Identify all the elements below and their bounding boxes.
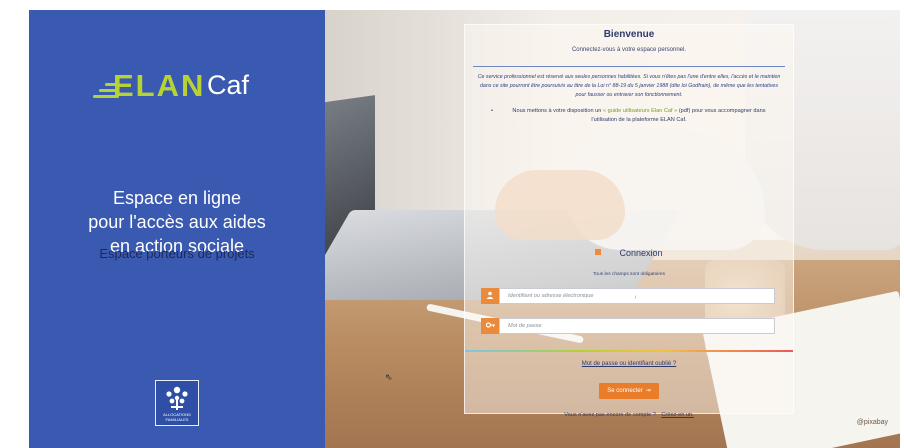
legal-notice: Ce service professionnel est réservé aux…: [477, 74, 781, 98]
key-icon: [481, 318, 499, 334]
password-field[interactable]: Mot de passe: [481, 318, 775, 334]
required-note: Tous les champs sont obligatoires: [593, 272, 665, 277]
divider: [473, 66, 785, 67]
caf-emblem-logo: ALLOCATIONS FAMILIALES: [155, 380, 199, 426]
username-input[interactable]: Identifiant ou adresse électronique: [499, 288, 775, 304]
guide-bullet-prefix: Nous mettons à votre disposition un: [512, 108, 602, 114]
mouse-pointer-icon: ⇖: [385, 372, 393, 382]
logo-suffix-text: Caf: [207, 70, 250, 100]
tagline-line-1: Espace en ligne: [112, 188, 242, 208]
connexion-marker-icon: [595, 249, 602, 255]
username-field[interactable]: Identifiant ou adresse électronique: [481, 288, 775, 304]
logo-brand-text: ELAN: [113, 68, 206, 103]
emblem-text-2: FAMILIALES: [165, 417, 189, 422]
login-page: ELAN Caf Espace en ligne pour l'accès au…: [29, 10, 900, 448]
connexion-heading: Connexion: [465, 248, 793, 258]
connexion-title: Connexion: [619, 248, 663, 258]
user-icon: [481, 288, 499, 304]
welcome-title: Bienvenue: [603, 29, 655, 40]
password-input[interactable]: Mot de passe: [499, 318, 775, 334]
no-account-text: Vous n'avez pas encore de compte ?: [564, 412, 656, 418]
elan-caf-logo: ELAN Caf: [93, 62, 273, 110]
create-account-link[interactable]: Créez-en un.: [661, 412, 693, 418]
text-cursor-icon: ᵢ: [635, 294, 636, 300]
guide-bullet: • Nous mettons à votre disposition un « …: [491, 107, 779, 125]
no-account-line: Vous n'avez pas encore de compte ? Créez…: [464, 412, 794, 418]
subtagline: Espace porteurs de projets: [99, 246, 255, 261]
brand-panel: ELAN Caf Espace en ligne pour l'accès au…: [29, 10, 325, 448]
login-card: Bienvenue Connectez-vous à votre espace …: [464, 24, 794, 414]
login-button[interactable]: Se connecter ⇥: [599, 383, 659, 399]
login-button-label: Se connecter: [607, 388, 643, 394]
welcome-subtitle: Connectez-vous à votre espace personnel.: [571, 47, 687, 53]
family-tree-icon: [166, 386, 188, 410]
forgot-credentials-link[interactable]: Mot de passe ou identifiant oublié ?: [465, 361, 793, 367]
tagline-line-2: pour l'accès aux aides: [88, 212, 266, 232]
colored-divider: [465, 350, 793, 352]
login-arrow-icon: ⇥: [645, 388, 651, 394]
photo-credit: @pixabay: [856, 419, 888, 426]
user-guide-link[interactable]: « guide utilisateurs Elan Caf »: [603, 108, 677, 114]
bullet-dot-icon: •: [491, 108, 493, 114]
